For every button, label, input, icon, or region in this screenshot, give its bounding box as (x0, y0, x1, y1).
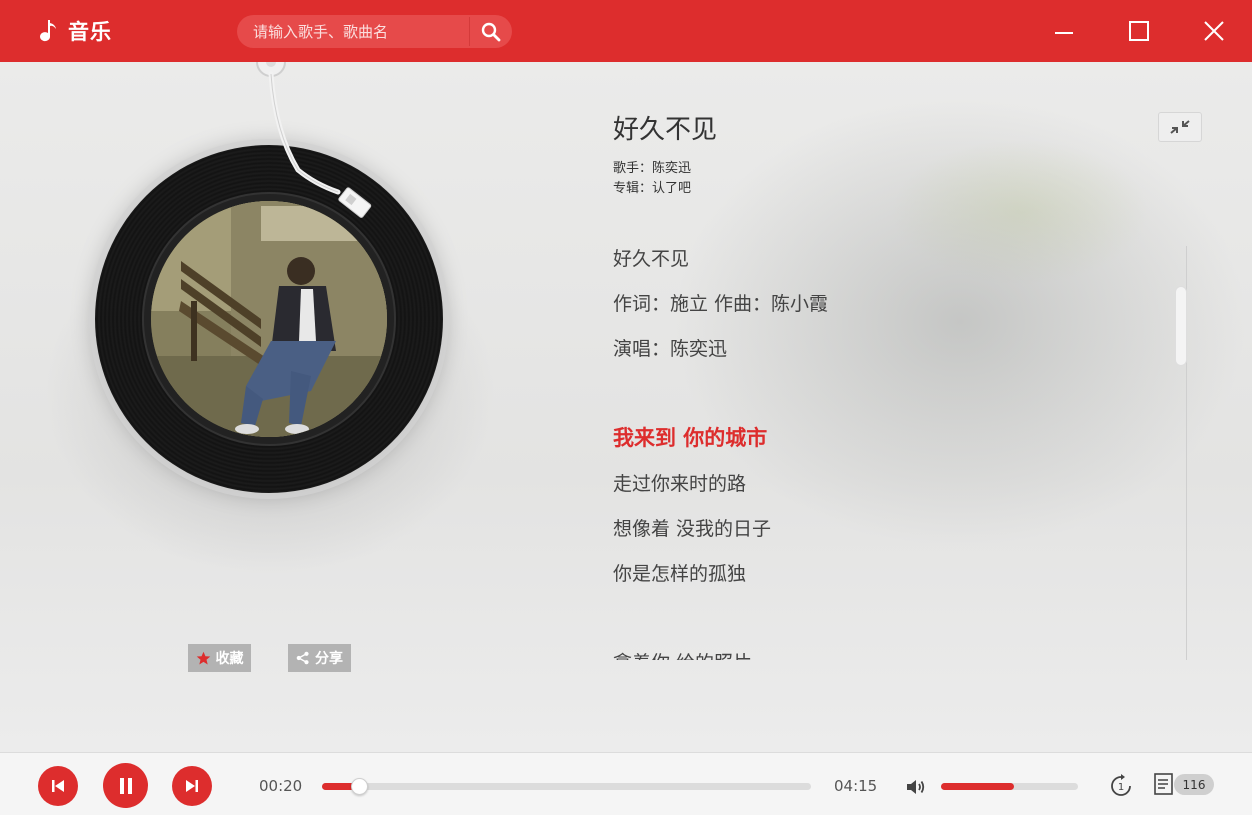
progress-handle[interactable] (350, 778, 368, 795)
album-line: 专辑：认了吧 (613, 181, 692, 196)
progress-bar[interactable] (322, 778, 811, 795)
lyrics-scrollbar-thumb[interactable] (1175, 286, 1187, 366)
favorite-label: 收藏 (215, 651, 244, 667)
minimize-icon (1055, 32, 1073, 34)
artist-line: 歌手：陈奕迅 (613, 161, 692, 176)
pause-icon (119, 777, 132, 794)
playlist-icon (1154, 773, 1173, 795)
favorite-button[interactable]: 收藏 (188, 644, 251, 672)
repeat-one-icon: 1 (1111, 774, 1131, 796)
star-icon (196, 651, 210, 664)
total-time: 04:15 (834, 777, 878, 795)
collapse-button[interactable] (1158, 112, 1202, 142)
title-bar: 音乐 (0, 0, 1252, 62)
album-cover (151, 201, 387, 437)
music-note-icon (40, 20, 56, 42)
lyric-line: 你是怎样的孤独 (613, 563, 747, 585)
lyric-line: 拿着你 给的照片 (613, 648, 752, 660)
lyric-line: 演唱：陈奕迅 (613, 338, 728, 360)
maximize-icon (1129, 21, 1149, 41)
next-button[interactable] (172, 766, 212, 806)
search-box (237, 15, 512, 48)
lyric-line: 好久不见 (613, 248, 690, 270)
search-button[interactable] (470, 15, 512, 48)
lyrics-panel[interactable]: 好久不见 作词：施立 作曲：陈小霞 演唱：陈奕迅 我来到 你的城市 走过你来时的… (613, 240, 1173, 660)
previous-button[interactable] (38, 766, 78, 806)
lyric-line: 想像着 没我的日子 (613, 518, 772, 540)
volume-slider[interactable] (941, 783, 1078, 790)
volume-icon (907, 780, 925, 794)
collapse-icon (1170, 120, 1190, 134)
share-icon (296, 651, 309, 665)
player-bar: 00:20 04:15 1 116 (0, 752, 1252, 815)
now-playing-panel: 收藏 分享 好久不见 歌手：陈奕迅 专辑：认了吧 好久不见 作词：施立 作曲：陈… (0, 62, 1252, 752)
playlist-count: 116 (1174, 774, 1214, 795)
album-artwork-image (151, 201, 387, 437)
song-title: 好久不见 (613, 115, 718, 145)
svg-text:1: 1 (1118, 782, 1124, 793)
app-title: 音乐 (68, 20, 112, 44)
skip-previous-icon (52, 780, 64, 792)
search-input[interactable] (237, 15, 469, 48)
lyric-line-current: 我来到 你的城市 (613, 425, 768, 450)
lyric-line: 作词：施立 作曲：陈小霞 (613, 293, 829, 315)
playlist-button[interactable]: 116 (1154, 773, 1214, 797)
maximize-button[interactable] (1122, 14, 1156, 48)
loop-mode-button[interactable]: 1 (1108, 773, 1134, 799)
app-logo[interactable]: 音乐 (38, 16, 112, 46)
close-button[interactable] (1197, 14, 1231, 48)
minimize-button[interactable] (1047, 14, 1081, 48)
volume-fill (941, 783, 1014, 790)
search-icon (481, 22, 501, 41)
share-button[interactable]: 分享 (288, 644, 351, 672)
close-icon (1204, 21, 1224, 41)
volume-button[interactable] (904, 775, 928, 799)
tonearm (256, 62, 372, 218)
skip-next-icon (186, 780, 198, 792)
share-label: 分享 (315, 651, 343, 667)
pause-button[interactable] (103, 763, 148, 808)
lyric-line: 走过你来时的路 (613, 473, 747, 495)
elapsed-time: 00:20 (259, 777, 303, 795)
